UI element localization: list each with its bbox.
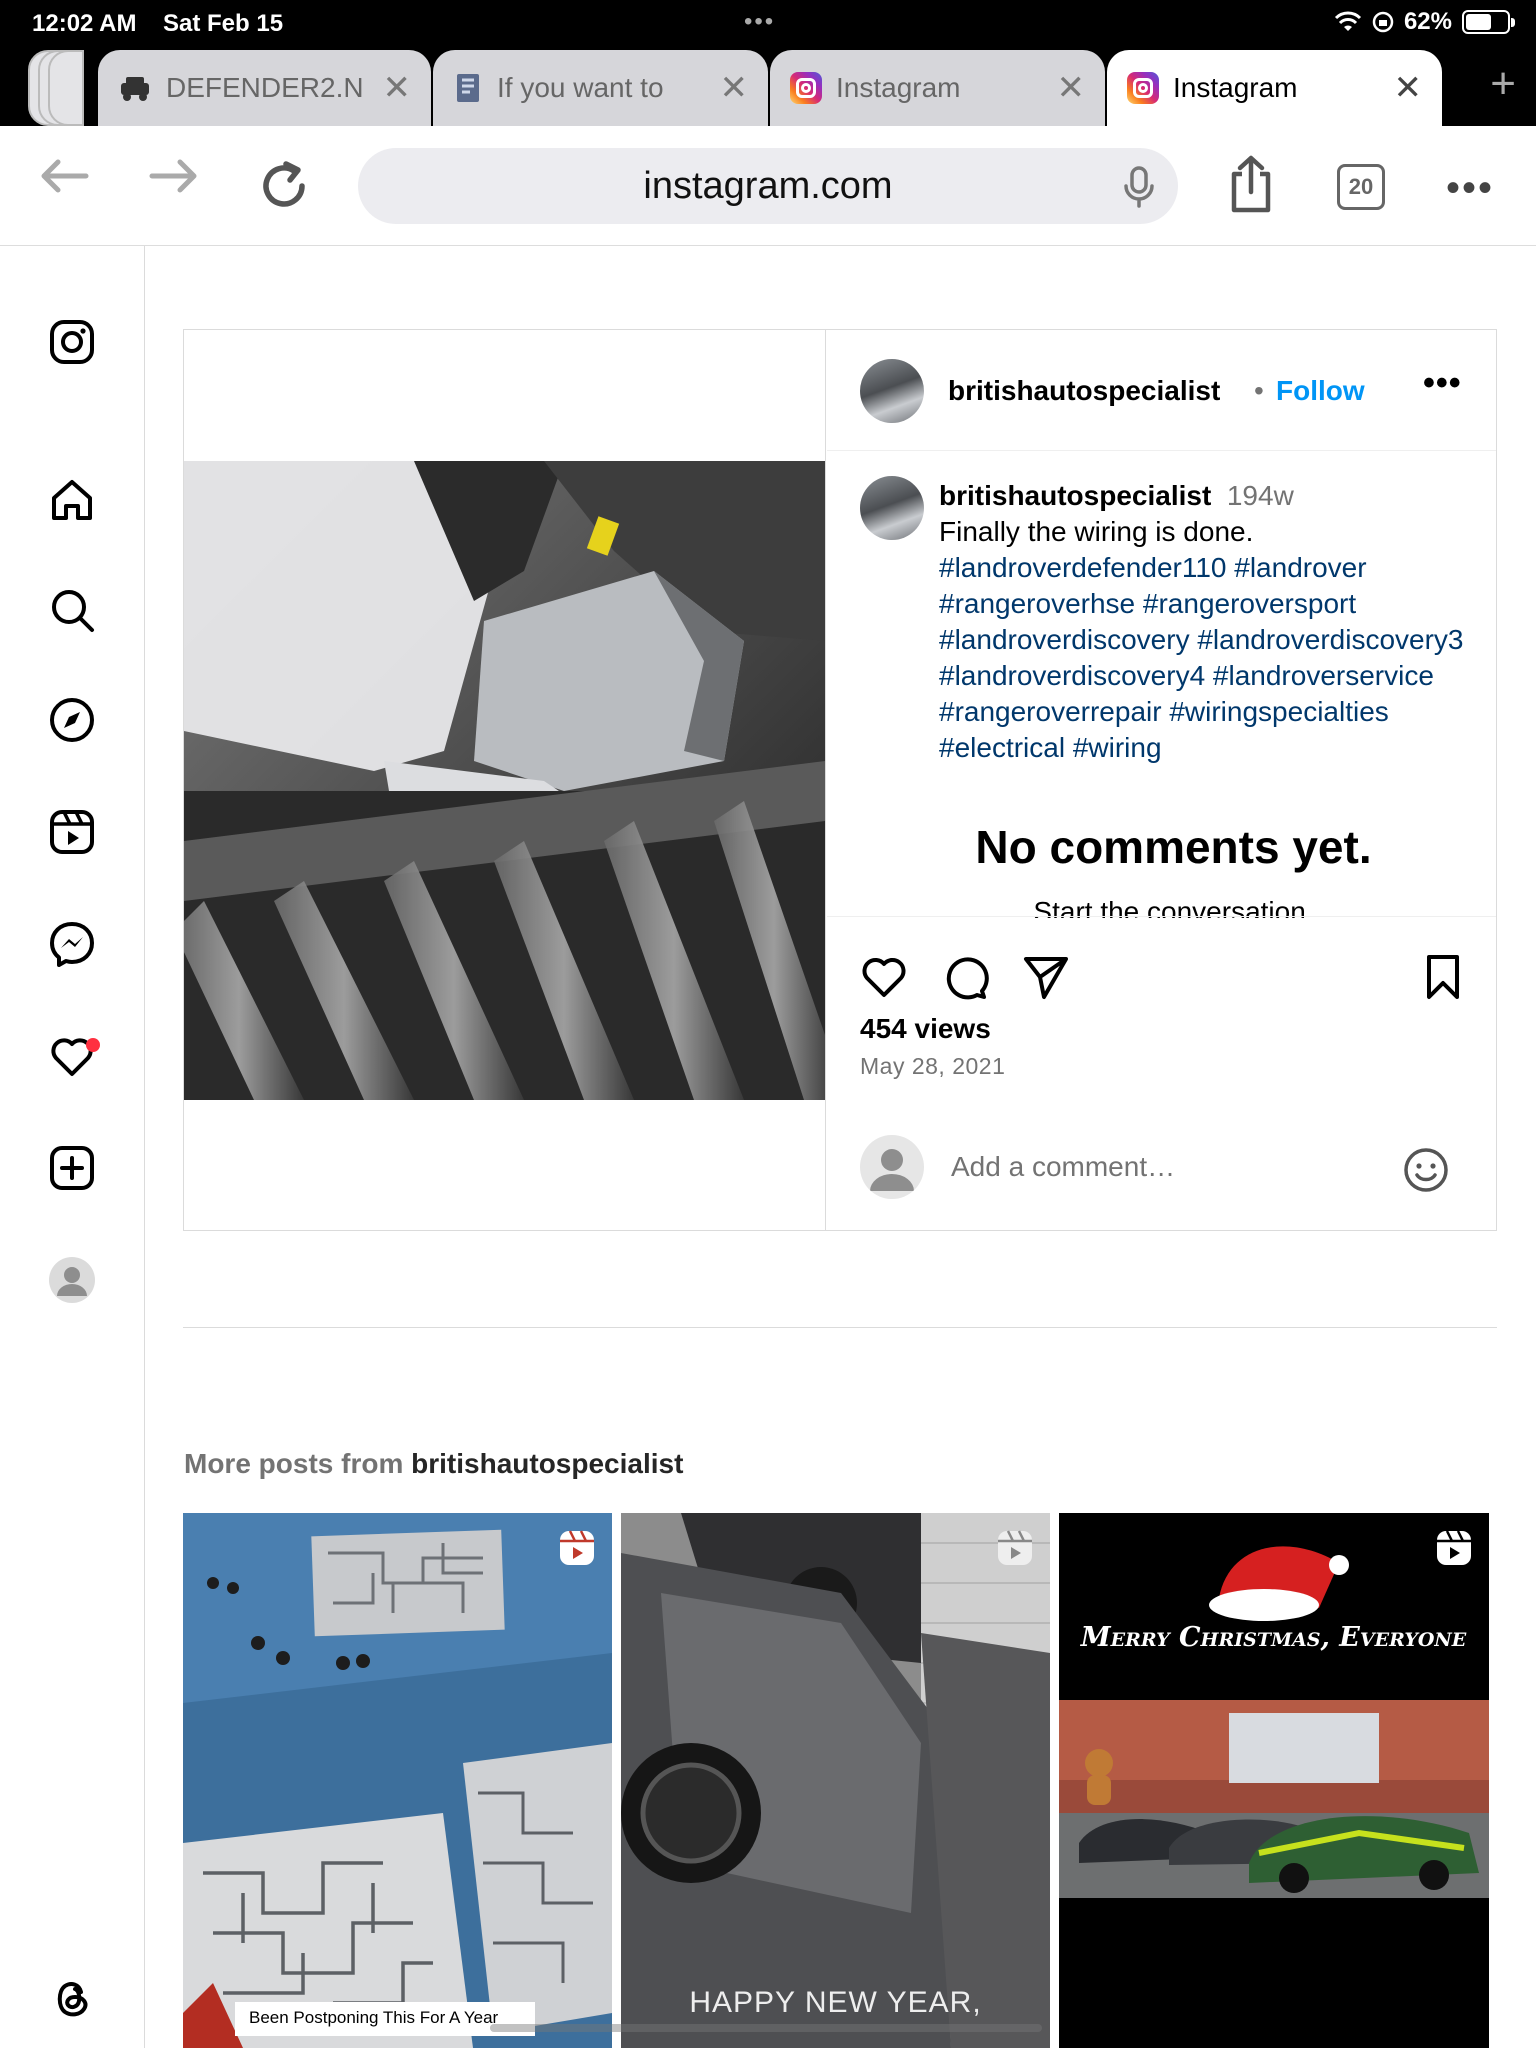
post-header: britishautospecialist • Follow ••• — [827, 330, 1496, 451]
reload-icon[interactable] — [258, 160, 310, 212]
post-date: May 28, 2021 — [860, 1053, 1006, 1079]
post-video[interactable] — [184, 461, 825, 1100]
caption-hashtags[interactable]: #landroverdefender110 #landrover #ranger… — [939, 552, 1463, 763]
more-posts-grid: Been Postponing This For A Year HAPPY NE… — [183, 1513, 1497, 2048]
tab-count-button[interactable]: 20 — [1337, 164, 1385, 210]
forward-icon[interactable] — [148, 156, 200, 196]
tab-title: Instagram — [836, 72, 961, 103]
post-card: britishautospecialist • Follow ••• briti… — [183, 329, 1497, 1231]
notification-dot — [86, 1038, 100, 1052]
search-icon[interactable] — [48, 586, 96, 634]
tab-bar: DEFENDER2.N ✕ If you want to ✕ Instagram… — [0, 48, 1536, 126]
thumbnail-caption: HAPPY NEW YEAR, — [689, 1986, 982, 2019]
tab-title: If you want to — [497, 72, 664, 103]
reels-badge-icon — [998, 1530, 1032, 1565]
instagram-favicon-icon — [1127, 72, 1159, 104]
tab-instagram-active[interactable]: Instagram ✕ — [1107, 50, 1442, 126]
reels-badge-icon — [1437, 1530, 1471, 1565]
car-icon — [121, 77, 149, 101]
reels-icon[interactable] — [48, 808, 96, 856]
bookmark-icon[interactable] — [1419, 953, 1467, 1001]
close-tab-icon[interactable]: ✕ — [720, 71, 749, 105]
comment-input[interactable]: Add a comment… — [951, 1151, 1175, 1183]
instagram-sidebar — [0, 246, 145, 2048]
battery-percent: 62% — [1403, 8, 1452, 35]
multitasking-dots-icon[interactable]: ••• — [744, 8, 775, 36]
video-frame — [184, 461, 825, 1100]
home-icon[interactable] — [48, 476, 96, 524]
profile-icon[interactable] — [48, 1256, 96, 1304]
tab-if-you-want[interactable]: If you want to ✕ — [433, 50, 768, 126]
like-icon[interactable] — [860, 953, 908, 1001]
reels-badge-icon — [560, 1530, 594, 1565]
document-icon — [457, 74, 479, 102]
create-icon[interactable] — [48, 1144, 96, 1192]
tab-stack[interactable] — [28, 50, 108, 126]
messenger-icon[interactable] — [48, 920, 96, 968]
explore-icon[interactable] — [48, 696, 96, 744]
post-thumbnail[interactable]: HAPPY NEW YEAR, — [621, 1513, 1050, 2048]
post-caption: britishautospecialist 194w Finally the w… — [939, 478, 1479, 766]
instagram-logo-icon[interactable] — [48, 318, 96, 366]
share-icon[interactable] — [1226, 154, 1276, 214]
comment-icon[interactable] — [941, 953, 989, 1001]
home-indicator — [490, 2024, 1042, 2032]
browser-toolbar: instagram.com 20 ••• — [0, 126, 1536, 246]
avatar — [860, 1135, 924, 1199]
post-actions: 454 views May 28, 2021 Add a comment… — [827, 916, 1496, 1230]
post-username[interactable]: britishautospecialist — [948, 375, 1220, 407]
caption-avatar[interactable] — [860, 476, 924, 540]
instagram-favicon-icon — [790, 72, 822, 104]
status-time: 12:02 AM — [32, 10, 137, 37]
no-comments-heading: No comments yet. — [975, 821, 1372, 873]
close-tab-icon[interactable]: ✕ — [1057, 71, 1086, 105]
new-tab-button[interactable]: + — [1490, 62, 1516, 106]
thumbnail-image — [621, 1513, 1050, 2048]
close-tab-icon[interactable]: ✕ — [1394, 71, 1423, 105]
thumbnail-caption: Merry Christmas, Everyone — [1080, 1622, 1467, 1653]
more-posts-username[interactable]: britishautospecialist — [411, 1448, 683, 1479]
battery-icon — [1462, 10, 1515, 34]
url-text: instagram.com — [643, 164, 893, 207]
add-comment-row: Add a comment… — [827, 1135, 1496, 1231]
orientation-lock-icon — [1372, 11, 1394, 33]
view-count[interactable]: 454 views — [860, 1013, 991, 1045]
separator-dot: • — [1254, 375, 1264, 406]
caption-username[interactable]: britishautospecialist — [939, 480, 1211, 511]
status-date: Sat Feb 15 — [163, 10, 284, 37]
section-divider — [183, 1327, 1497, 1328]
default-avatar-icon — [870, 1149, 914, 1191]
tab-title: DEFENDER2.N — [166, 72, 364, 103]
caption-text: Finally the wiring is done. — [939, 516, 1254, 547]
threads-icon[interactable] — [48, 1974, 96, 2022]
post-age: 194w — [1226, 480, 1294, 511]
microphone-icon[interactable] — [1122, 164, 1156, 208]
emoji-icon[interactable] — [1403, 1147, 1449, 1193]
tab-title: Instagram — [1173, 72, 1298, 103]
close-tab-icon[interactable]: ✕ — [383, 71, 412, 105]
avatar[interactable] — [860, 359, 924, 423]
post-sidebar: britishautospecialist • Follow ••• briti… — [827, 330, 1496, 1230]
more-posts-prefix: More posts from — [184, 1448, 404, 1479]
post-thumbnail[interactable]: Merry Christmas, Everyone — [1059, 1513, 1489, 2048]
battery-fill — [1466, 14, 1491, 30]
more-posts-heading: More posts from britishautospecialist — [184, 1448, 683, 1480]
start-conversation-text: Start the conversation. — [1033, 896, 1314, 918]
more-options-icon[interactable]: ••• — [1423, 364, 1462, 403]
wifi-icon — [1334, 11, 1362, 31]
tab-instagram-1[interactable]: Instagram ✕ — [770, 50, 1105, 126]
post-thumbnail[interactable]: Been Postponing This For A Year — [183, 1513, 612, 2048]
address-bar[interactable]: instagram.com — [358, 148, 1178, 224]
post-media — [184, 330, 826, 1230]
thumbnail-image — [183, 1513, 612, 2048]
more-options-icon[interactable]: ••• — [1446, 166, 1494, 211]
tab-defender[interactable]: DEFENDER2.N ✕ — [98, 50, 431, 126]
thumbnail-caption: Been Postponing This For A Year — [235, 2002, 535, 2036]
follow-button[interactable]: Follow — [1276, 375, 1365, 407]
share-icon[interactable] — [1022, 953, 1070, 1001]
thumbnail-image — [1059, 1513, 1489, 2048]
back-icon[interactable] — [38, 156, 90, 196]
status-bar: 12:02 AM Sat Feb 15 ••• 62% — [0, 0, 1536, 48]
